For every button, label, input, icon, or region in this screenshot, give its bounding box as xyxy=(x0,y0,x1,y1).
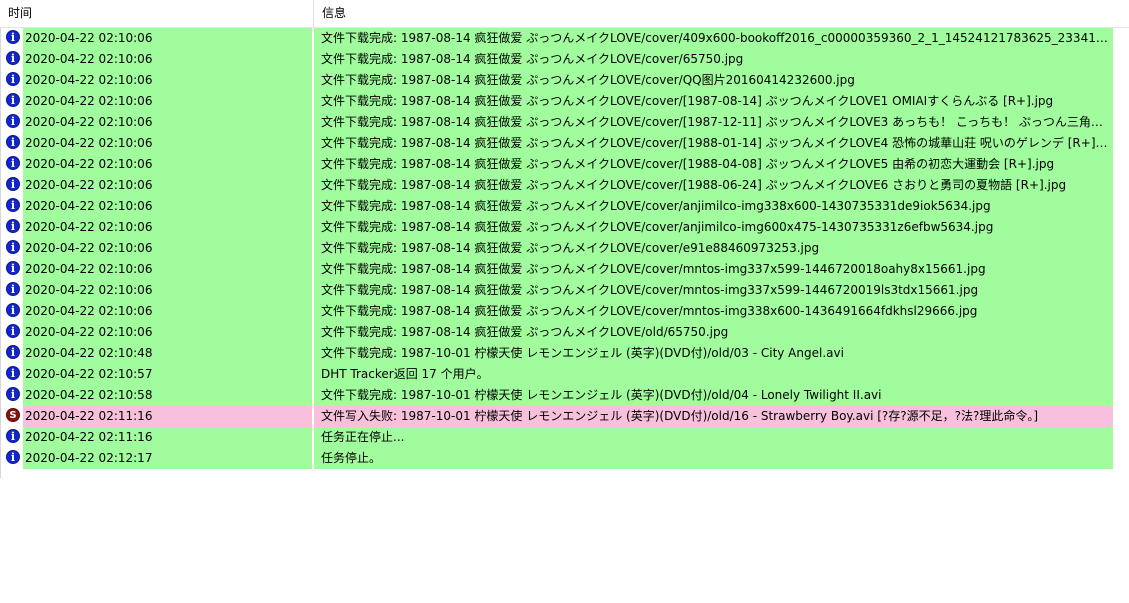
log-message: 任务正在停止... xyxy=(321,430,405,444)
log-message: 文件下载完成: 1987-08-14 疯狂做爱 ぷっつんメイクLOVE/cove… xyxy=(321,115,1109,129)
log-row[interactable]: i 2020-04-22 02:10:06 文件下载完成: 1987-08-14 疯… xyxy=(0,28,1129,49)
log-time: 2020-04-22 02:10:06 xyxy=(25,220,153,234)
log-time: 2020-04-22 02:10:06 xyxy=(25,157,153,171)
log-rows: i 2020-04-22 02:10:06 文件下载完成: 1987-08-14 疯… xyxy=(0,28,1129,469)
info-icon: i xyxy=(6,177,20,191)
info-icon: i xyxy=(6,450,20,464)
info-icon: i xyxy=(6,72,20,86)
log-message: 文件下载完成: 1987-08-14 疯狂做爱 ぷっつんメイクLOVE/cove… xyxy=(321,283,979,297)
log-row[interactable]: i 2020-04-22 02:10:06 文件下载完成: 1987-08-14 疯… xyxy=(0,217,1129,238)
info-icon: i xyxy=(6,303,20,317)
log-time: 2020-04-22 02:10:06 xyxy=(25,94,153,108)
info-icon: i xyxy=(6,219,20,233)
log-time: 2020-04-22 02:12:17 xyxy=(25,451,153,465)
log-time: 2020-04-22 02:10:06 xyxy=(25,283,153,297)
info-icon: i xyxy=(6,282,20,296)
info-icon: i xyxy=(6,51,20,65)
log-message: 文件下载完成: 1987-08-14 疯狂做爱 ぷっつんメイクLOVE/cove… xyxy=(321,136,1109,150)
info-icon: i xyxy=(6,324,20,338)
info-icon: i xyxy=(6,261,20,275)
log-time: 2020-04-22 02:11:16 xyxy=(25,409,153,423)
log-row[interactable]: i 2020-04-22 02:10:06 文件下载完成: 1987-08-14 疯… xyxy=(0,238,1129,259)
info-icon: i xyxy=(6,156,20,170)
log-time: 2020-04-22 02:10:06 xyxy=(25,262,153,276)
log-row[interactable]: i 2020-04-22 02:10:06 文件下载完成: 1987-08-14 疯… xyxy=(0,91,1129,112)
column-header-message[interactable]: 信息 xyxy=(314,0,1129,27)
log-row[interactable]: i 2020-04-22 02:10:06 文件下载完成: 1987-08-14 疯… xyxy=(0,301,1129,322)
log-message: 文件下载完成: 1987-08-14 疯狂做爱 ぷっつんメイクLOVE/cove… xyxy=(321,304,978,318)
log-message: 文件下载完成: 1987-08-14 疯狂做爱 ぷっつんメイクLOVE/cove… xyxy=(321,157,1055,171)
log-message: 文件下载完成: 1987-08-14 疯狂做爱 ぷっつんメイクLOVE/cove… xyxy=(321,220,994,234)
info-icon: i xyxy=(6,366,20,380)
info-icon: i xyxy=(6,198,20,212)
info-icon: i xyxy=(6,93,20,107)
error-icon: S xyxy=(6,408,20,422)
log-row[interactable]: i 2020-04-22 02:12:17 任务停止。 xyxy=(0,448,1129,469)
log-row[interactable]: i 2020-04-22 02:10:06 文件下载完成: 1987-08-14 疯… xyxy=(0,175,1129,196)
log-row[interactable]: i 2020-04-22 02:10:58 文件下载完成: 1987-10-01 柠… xyxy=(0,385,1129,406)
log-row-error[interactable]: S 2020-04-22 02:11:16 文件写入失败: 1987-10-01 柠… xyxy=(0,406,1129,427)
list-header: 时间 信息 xyxy=(0,0,1129,28)
log-row[interactable]: i 2020-04-22 02:10:06 文件下载完成: 1987-08-14 疯… xyxy=(0,70,1129,91)
log-time: 2020-04-22 02:11:16 xyxy=(25,430,153,444)
log-message: 文件下载完成: 1987-10-01 柠檬天使 レモンエンジェル (英字)(DV… xyxy=(321,346,844,360)
log-time: 2020-04-22 02:10:06 xyxy=(25,52,153,66)
log-time: 2020-04-22 02:10:06 xyxy=(25,31,153,45)
log-row[interactable]: i 2020-04-22 02:10:06 文件下载完成: 1987-08-14 疯… xyxy=(0,112,1129,133)
log-time: 2020-04-22 02:10:06 xyxy=(25,115,153,129)
info-icon: i xyxy=(6,429,20,443)
log-list-view[interactable]: 时间 信息 i 2020-04-22 02:10:06 文件下载完成: 1987-0… xyxy=(0,0,1129,603)
log-time: 2020-04-22 02:10:06 xyxy=(25,325,153,339)
log-message: 文件下载完成: 1987-10-01 柠檬天使 レモンエンジェル (英字)(DV… xyxy=(321,388,882,402)
log-time: 2020-04-22 02:10:06 xyxy=(25,241,153,255)
info-icon: i xyxy=(6,135,20,149)
column-header-time[interactable]: 时间 xyxy=(0,0,314,27)
log-row[interactable]: i 2020-04-22 02:10:06 文件下载完成: 1987-08-14 疯… xyxy=(0,196,1129,217)
log-message: 文件下载完成: 1987-08-14 疯狂做爱 ぷっつんメイクLOVE/cove… xyxy=(321,31,1109,45)
log-message: 文件下载完成: 1987-08-14 疯狂做爱 ぷっつんメイクLOVE/cove… xyxy=(321,262,986,276)
log-time: 2020-04-22 02:10:06 xyxy=(25,304,153,318)
log-row[interactable]: i 2020-04-22 02:10:06 文件下载完成: 1987-08-14 疯… xyxy=(0,154,1129,175)
log-time: 2020-04-22 02:10:06 xyxy=(25,136,153,150)
log-row[interactable]: i 2020-04-22 02:10:06 文件下载完成: 1987-08-14 疯… xyxy=(0,259,1129,280)
log-row[interactable]: i 2020-04-22 02:10:06 文件下载完成: 1987-08-14 疯… xyxy=(0,280,1129,301)
log-message: 文件下载完成: 1987-08-14 疯狂做爱 ぷっつんメイクLOVE/cove… xyxy=(321,178,1067,192)
log-row[interactable]: i 2020-04-22 02:10:06 文件下载完成: 1987-08-14 疯… xyxy=(0,322,1129,343)
log-time: 2020-04-22 02:10:57 xyxy=(25,367,153,381)
log-message: 任务停止。 xyxy=(321,451,382,465)
log-time: 2020-04-22 02:10:48 xyxy=(25,346,153,360)
info-icon: i xyxy=(6,114,20,128)
log-row[interactable]: i 2020-04-22 02:10:06 文件下载完成: 1987-08-14 疯… xyxy=(0,133,1129,154)
info-icon: i xyxy=(6,387,20,401)
info-icon: i xyxy=(6,240,20,254)
log-row[interactable]: i 2020-04-22 02:10:48 文件下载完成: 1987-10-01 柠… xyxy=(0,343,1129,364)
log-time: 2020-04-22 02:10:58 xyxy=(25,388,153,402)
log-row[interactable]: i 2020-04-22 02:11:16 任务正在停止... xyxy=(0,427,1129,448)
log-message: 文件下载完成: 1987-08-14 疯狂做爱 ぷっつんメイクLOVE/cove… xyxy=(321,73,855,87)
log-message: 文件下载完成: 1987-08-14 疯狂做爱 ぷっつんメイクLOVE/old/… xyxy=(321,325,729,339)
log-time: 2020-04-22 02:10:06 xyxy=(25,199,153,213)
log-message: DHT Tracker返回 17 个用户。 xyxy=(321,367,489,381)
log-row[interactable]: i 2020-04-22 02:10:06 文件下载完成: 1987-08-14 疯… xyxy=(0,49,1129,70)
log-time: 2020-04-22 02:10:06 xyxy=(25,178,153,192)
info-icon: i xyxy=(6,345,20,359)
log-message: 文件写入失败: 1987-10-01 柠檬天使 レモンエンジェル (英字)(DV… xyxy=(321,409,1039,423)
log-message: 文件下载完成: 1987-08-14 疯狂做爱 ぷっつんメイクLOVE/cove… xyxy=(321,94,1054,108)
log-time: 2020-04-22 02:10:06 xyxy=(25,73,153,87)
log-row[interactable]: i 2020-04-22 02:10:57 DHT Tracker返回 17 个用户… xyxy=(0,364,1129,385)
log-message: 文件下载完成: 1987-08-14 疯狂做爱 ぷっつんメイクLOVE/cove… xyxy=(321,52,744,66)
log-message: 文件下载完成: 1987-08-14 疯狂做爱 ぷっつんメイクLOVE/cove… xyxy=(321,199,991,213)
log-message: 文件下载完成: 1987-08-14 疯狂做爱 ぷっつんメイクLOVE/cove… xyxy=(321,241,820,255)
info-icon: i xyxy=(6,30,20,44)
